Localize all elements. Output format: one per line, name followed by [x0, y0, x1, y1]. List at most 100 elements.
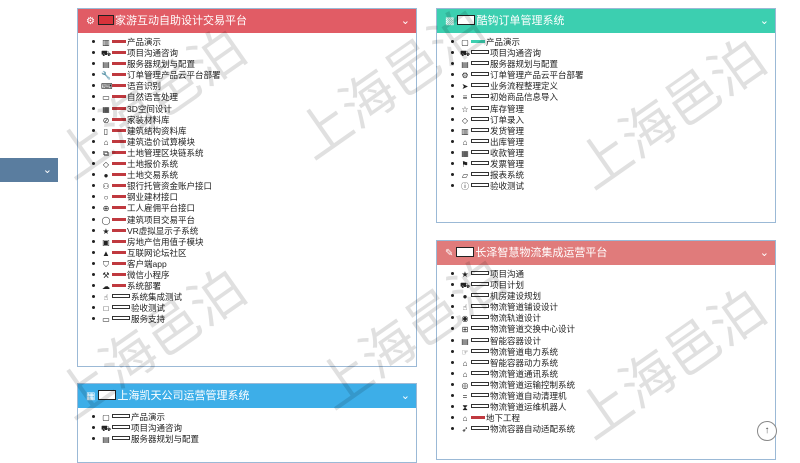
panel-header[interactable]: ✎ 长泽智慧物流集成运营平台 ⌄ — [437, 241, 775, 265]
bullet — [451, 427, 454, 431]
color-bar — [112, 173, 126, 177]
list-item[interactable]: ▤ 服务器规划与配置 — [92, 59, 416, 70]
list-item[interactable]: □ 验收测试 — [92, 303, 416, 314]
list-item[interactable]: ⚒ 微信小程序 — [92, 270, 416, 281]
item-label: 建筑结构资料库 — [127, 125, 187, 136]
list-item[interactable]: ▱ 报表系统 — [451, 170, 775, 181]
list-item[interactable]: ➶ 物流容器自动适配系统 — [451, 424, 775, 435]
list-item[interactable]: ▤ 服务器规划与配置 — [92, 434, 416, 445]
list-item[interactable]: ▦ 收款管理 — [451, 148, 775, 159]
item-label: 土地报价系统 — [127, 159, 179, 170]
ban-icon: ⊘ — [102, 115, 110, 125]
list-item[interactable]: ▦ 3D空间设计 — [92, 104, 416, 115]
list-item[interactable]: ⛟ 项目沟通咨询 — [451, 48, 775, 59]
list-item[interactable]: ⌂ 地下工程 — [451, 413, 775, 424]
list-item[interactable]: ⧉ 土地管理区块链系统 — [92, 148, 416, 159]
list-item[interactable]: ⚇ 银行托管资金账户接口 — [92, 181, 416, 192]
list-item[interactable]: ⌂ 建筑造价试算模块 — [92, 137, 416, 148]
list-item[interactable]: ★ VR虚拟显示子系统 — [92, 226, 416, 237]
list-item[interactable]: ⓘ 验收测试 — [451, 181, 775, 192]
list-item[interactable]: ⛉ 客户端app — [92, 259, 416, 270]
color-bar — [471, 149, 489, 154]
list-item[interactable]: ● 机房建设规划 — [451, 291, 775, 302]
list-item[interactable]: ⌨ 语音识别 — [92, 81, 416, 92]
list-item[interactable]: ⛟ 项目沟通咨询 — [92, 48, 416, 59]
list-item[interactable]: ▢ 产品演示 — [92, 412, 416, 423]
list-item[interactable]: ◇ 土地报价系统 — [92, 159, 416, 170]
list-item[interactable]: ≡ 初始商品信息导入 — [451, 92, 775, 103]
credit-card-icon: ▭ — [102, 315, 110, 325]
list-item[interactable]: ➤ 业务流程整理定义 — [451, 81, 775, 92]
item-label: 机房建设规划 — [490, 291, 542, 302]
panel-header[interactable]: ▩ 酷钩订单管理系统 ⌄ — [437, 9, 775, 33]
list-item[interactable]: ▭ 服务支持 — [92, 314, 416, 325]
bullet — [92, 128, 95, 132]
list-item[interactable]: ▤ 服务器规划与配置 — [451, 59, 775, 70]
list-item[interactable]: ▲ 互联网论坛社区 — [92, 248, 416, 259]
list-item[interactable]: ⊘ 家装材料库 — [92, 115, 416, 126]
list-item[interactable]: ● 土地交易系统 — [92, 170, 416, 181]
bullet — [451, 272, 454, 275]
list-item[interactable]: ▭ 自然语言处理 — [92, 92, 416, 103]
gavel-icon: ⚒ — [102, 270, 110, 280]
list-item[interactable]: ▤ 智能容器设计 — [451, 336, 775, 347]
list-item[interactable]: ⛟ 项目沟通咨询 — [92, 423, 416, 434]
item-label: 报表系统 — [490, 170, 525, 181]
list-item[interactable]: ◇ 订单录入 — [451, 115, 775, 126]
list-item[interactable]: ▣ 房地产信用值子模块 — [92, 237, 416, 248]
list-item[interactable]: ⊕ 工人雇佣平台接口 — [92, 203, 416, 214]
panel-jiayou: ⚙ 家游互动自助设计交易平台 ⌄ ▥ 产品演示 ⛟ 项目沟通咨询 ▤ 服务器规划与配置 🔧 订单… — [77, 8, 417, 367]
chevron-down-icon[interactable]: ⌄ — [760, 9, 769, 33]
list-item[interactable]: ⌂ 智能容器动力系统 — [451, 358, 775, 369]
list-item[interactable]: ⌂ 物流管道通讯系统 — [451, 369, 775, 380]
list-item[interactable]: ▯ 建筑结构资料库 — [92, 126, 416, 137]
list-item[interactable]: 🔧 订单管理产品云平台部署 — [92, 70, 416, 81]
list-item[interactable]: ⌂ 出库管理 — [451, 137, 775, 148]
bullet — [451, 73, 454, 77]
list-item[interactable]: ☝ 物流管道铺设设计 — [451, 302, 775, 313]
list-item[interactable]: ◯ 建筑项目交易平台 — [92, 215, 416, 226]
list-item[interactable]: ⚙ 订单管理产品云平台部署 — [451, 70, 775, 81]
list-item[interactable]: ▥ 产品演示 — [92, 37, 416, 48]
list-item[interactable]: ★ 项目沟通 — [451, 269, 775, 280]
list-item[interactable]: ○ 钢业建材接口 — [92, 192, 416, 203]
color-bar — [471, 370, 489, 375]
chevron-down-icon[interactable]: ⌄ — [760, 241, 769, 265]
bullet — [451, 40, 454, 43]
cubes-icon: ▦ — [86, 391, 96, 402]
list-item[interactable]: ◉ 物流轨道设计 — [451, 313, 775, 324]
color-bar — [98, 390, 117, 400]
color-bar — [112, 436, 130, 441]
color-bar — [471, 359, 489, 364]
chevron-down-icon[interactable]: ⌄ — [401, 9, 410, 33]
list-item[interactable]: ▢ 产品演示 — [451, 37, 775, 48]
chevron-down-icon[interactable]: ⌄ — [43, 163, 52, 176]
list-item[interactable]: ⚑ 发票管理 — [451, 159, 775, 170]
list-item[interactable]: ☝ 系统集成测试 — [92, 292, 416, 303]
sidebar-menu-item[interactable]: ⌄ — [0, 158, 58, 182]
list-item[interactable]: ☆ 库存管理 — [451, 104, 775, 115]
list-item[interactable]: = 物流管道自动清理机 — [451, 391, 775, 402]
bank-icon: ⌂ — [462, 414, 468, 424]
panel-header[interactable]: ▦ 上海凯天公司运营管理系统 ⌄ — [78, 384, 416, 408]
plus-square-icon: ⊞ — [461, 325, 469, 335]
item-label: 钢业建材接口 — [127, 192, 179, 203]
item-label: 微信小程序 — [127, 269, 170, 280]
panel-kaitian: ▦ 上海凯天公司运营管理系统 ⌄ ▢ 产品演示 ⛟ 项目沟通咨询 ▤ 服务器规划与配置 — [77, 383, 417, 463]
panel-header[interactable]: ⚙ 家游互动自助设计交易平台 ⌄ — [78, 9, 416, 33]
list-item[interactable]: ⊞ 物流管道交换中心设计 — [451, 324, 775, 335]
list-item[interactable]: ☁ 系统部署 — [92, 281, 416, 292]
list-item[interactable]: ◎ 物流管道运输控制系统 — [451, 380, 775, 391]
list-item[interactable]: ☞ 物流管道电力系统 — [451, 347, 775, 358]
bullet — [451, 382, 454, 386]
list-item[interactable]: ▥ 发货管理 — [451, 126, 775, 137]
star-half-icon: ★ — [461, 270, 469, 279]
chevron-down-icon[interactable]: ⌄ — [401, 384, 410, 408]
list-item[interactable]: ⧗ 物流管道运维机器人 — [451, 402, 775, 413]
list-item[interactable]: ⛟ 项目计划 — [451, 280, 775, 291]
bullet — [92, 162, 95, 166]
scroll-to-top-button[interactable]: ↑ — [757, 421, 777, 441]
bullet — [92, 261, 95, 265]
item-label: 语音识别 — [127, 81, 162, 92]
color-bar — [112, 217, 126, 221]
